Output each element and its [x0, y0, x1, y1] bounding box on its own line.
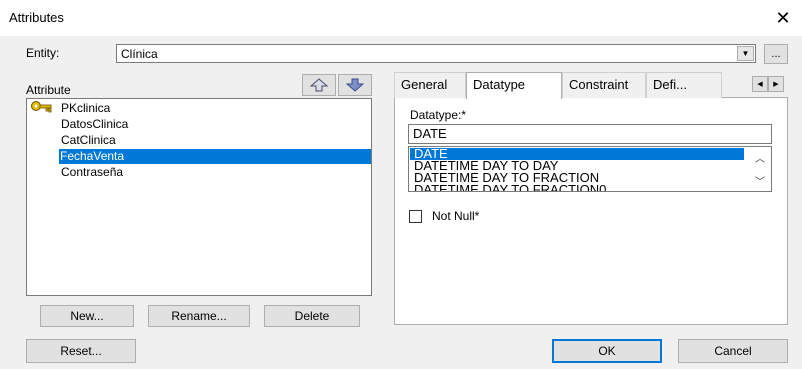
not-null-checkbox[interactable] — [409, 210, 422, 223]
datatype-label: Datatype:* — [410, 108, 467, 122]
rename-attribute-button[interactable]: Rename... — [148, 305, 250, 327]
move-down-button[interactable] — [338, 74, 372, 96]
window-title: Attributes — [9, 10, 64, 25]
tab-general[interactable]: General — [394, 72, 466, 98]
arrow-up-icon — [310, 78, 328, 92]
datatype-scrollbar[interactable]: ︿ ﹀ — [747, 147, 771, 191]
list-item[interactable]: Contraseña — [60, 165, 124, 180]
list-item[interactable]: PKclinica — [60, 101, 111, 116]
list-item[interactable]: DATETIME DAY TO FRACTION0 — [410, 183, 744, 191]
entity-browse-button[interactable]: ... — [764, 44, 788, 64]
tab-scroll-left-icon[interactable]: ◀ — [752, 76, 768, 92]
reset-button[interactable]: Reset... — [26, 339, 136, 363]
list-item-selected[interactable]: FechaVenta — [59, 149, 371, 164]
chevron-up-icon[interactable]: ︿ — [755, 150, 765, 165]
datatype-options-list[interactable]: DATE DATETIME DAY TO DAY DATETIME DAY TO… — [408, 146, 772, 192]
cancel-button[interactable]: Cancel — [678, 339, 788, 363]
chevron-down-icon[interactable]: ▼ — [737, 46, 754, 61]
new-attribute-button[interactable]: New... — [40, 305, 134, 327]
datatype-input[interactable]: DATE — [408, 124, 772, 144]
close-button[interactable]: ✕ — [771, 6, 795, 30]
delete-attribute-button[interactable]: Delete — [264, 305, 360, 327]
attribute-header: Attribute — [26, 83, 71, 97]
list-item[interactable]: CatClinica — [60, 133, 117, 148]
title-bar — [0, 0, 802, 36]
tab-datatype[interactable]: Datatype — [466, 72, 562, 99]
key-icon — [31, 101, 52, 113]
entity-label: Entity: — [26, 46, 60, 60]
not-null-label: Not Null* — [432, 209, 480, 223]
tab-default[interactable]: Defi... — [646, 72, 722, 98]
arrow-down-icon — [346, 78, 364, 92]
list-item[interactable]: DatosClinica — [60, 117, 129, 132]
tab-scroll-right-icon[interactable]: ▶ — [768, 76, 784, 92]
move-up-button[interactable] — [302, 74, 336, 96]
entity-value: Clínica — [121, 47, 158, 61]
ok-button[interactable]: OK — [552, 339, 662, 363]
chevron-down-icon[interactable]: ﹀ — [755, 173, 765, 188]
entity-select[interactable]: Clínica ▼ — [116, 44, 756, 63]
tab-constraint[interactable]: Constraint — [562, 72, 646, 98]
attribute-list[interactable]: PKclinica DatosClinica CatClinica FechaV… — [26, 98, 372, 296]
